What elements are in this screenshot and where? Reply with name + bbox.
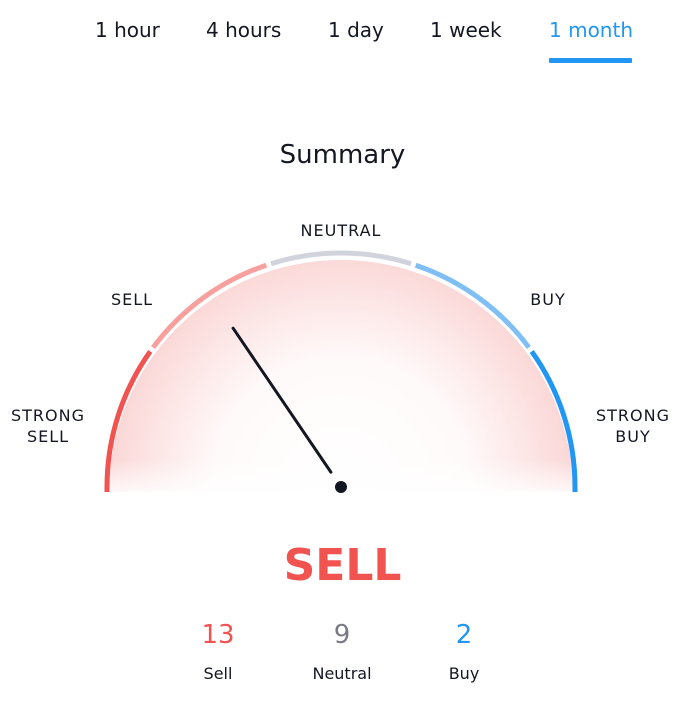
label-strong-buy: STRONG BUY (593, 405, 673, 447)
count-sell-label: Sell (203, 664, 233, 683)
gauge-hub (335, 481, 347, 493)
gauge (104, 250, 581, 495)
count-neutral: 9 (333, 620, 351, 650)
label-sell: SELL (110, 290, 154, 309)
count-buy: 2 (455, 620, 473, 650)
count-sell: 13 (201, 620, 235, 650)
label-strong-buy-line2: BUY (615, 427, 651, 446)
label-strong-sell-line2: SELL (26, 427, 70, 446)
label-strong-sell-line1: STRONG (10, 406, 85, 425)
summary-verdict: SELL (283, 540, 402, 591)
label-strong-buy-line1: STRONG (595, 406, 670, 425)
label-buy: BUY (530, 290, 566, 309)
count-neutral-label: Neutral (312, 664, 372, 683)
label-strong-sell: STRONG SELL (8, 405, 88, 447)
count-buy-label: Buy (448, 664, 480, 683)
gauge-fade (105, 255, 581, 495)
label-neutral: NEUTRAL (300, 221, 382, 240)
